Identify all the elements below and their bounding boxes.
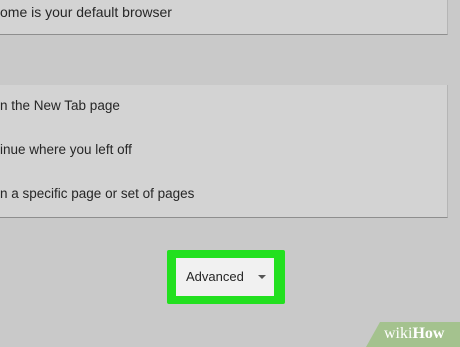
watermark-suffix: How — [412, 325, 445, 342]
watermark-prefix: wiki — [384, 325, 413, 342]
default-browser-card: ome is your default browser — [0, 0, 448, 35]
default-browser-status: ome is your default browser — [0, 4, 172, 20]
startup-option-specific-pages[interactable]: n a specific page or set of pages — [0, 186, 194, 201]
startup-option-continue[interactable]: inue where you left off — [0, 142, 132, 157]
advanced-button-label: Advanced — [186, 269, 244, 284]
startup-option-new-tab[interactable]: n the New Tab page — [0, 98, 120, 113]
chevron-down-icon — [258, 275, 266, 279]
advanced-button[interactable]: Advanced — [176, 258, 274, 296]
wikihow-watermark: wikiHow — [366, 322, 460, 347]
on-startup-card: n the New Tab page inue where you left o… — [0, 85, 448, 218]
watermark-text: wikiHow — [384, 325, 444, 343]
advanced-highlight: Advanced — [167, 250, 285, 304]
